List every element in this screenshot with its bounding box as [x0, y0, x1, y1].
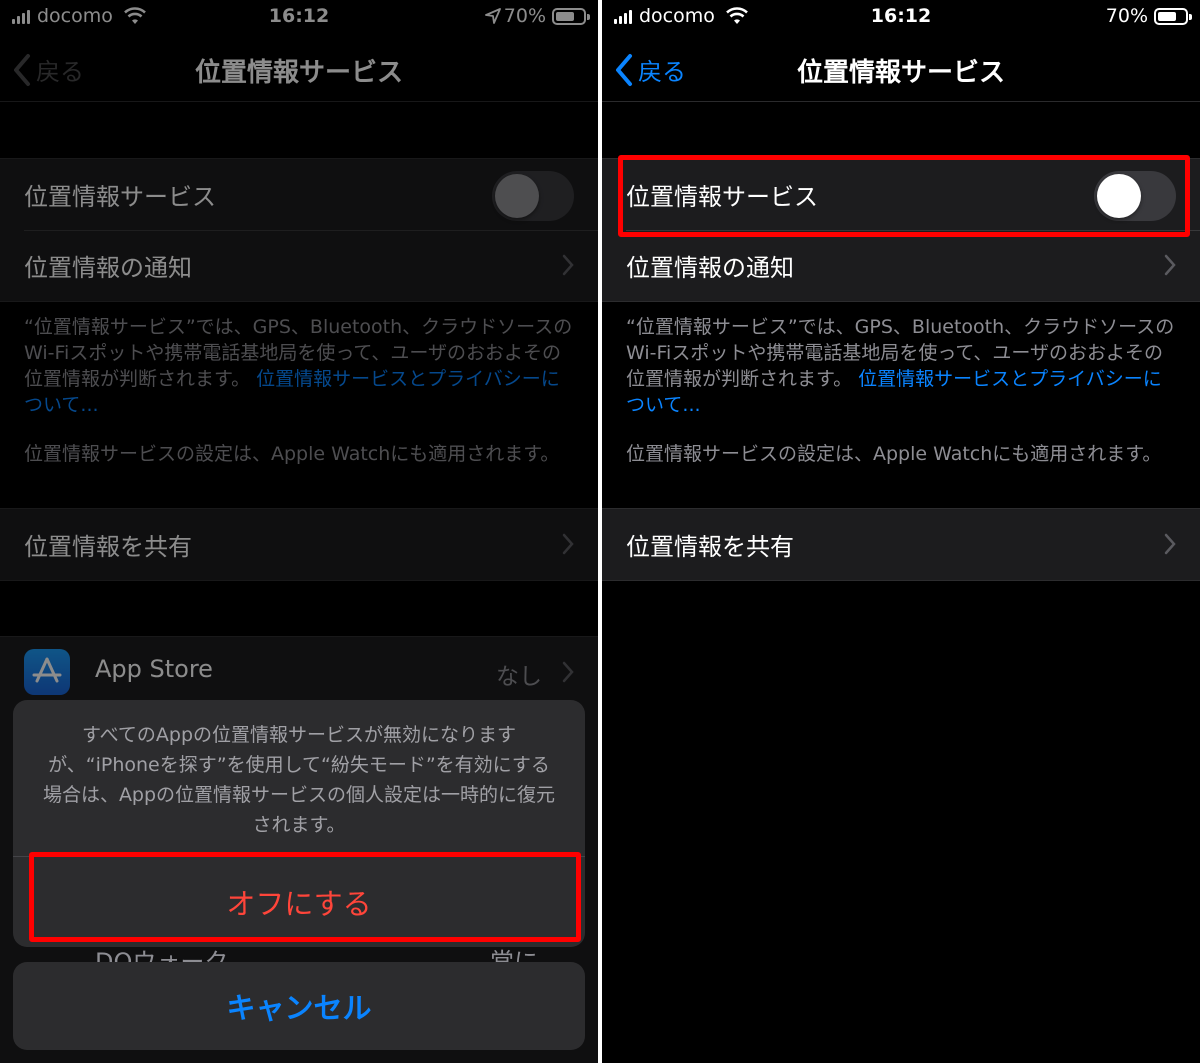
battery-percent: 70% [1105, 5, 1148, 27]
cancel-button[interactable]: キャンセル [13, 962, 585, 1050]
status-bar: docomo 16:12 70% [602, 0, 1200, 34]
page-title: 位置情報サービス [796, 58, 1005, 88]
highlight-box-toggle [618, 155, 1190, 237]
location-alerts-row[interactable]: 位置情報の通知 [602, 230, 1200, 301]
highlight-box-turn-off [29, 852, 581, 942]
battery-icon [1154, 8, 1192, 25]
location-footer: “位置情報サービス”では、GPS、Bluetooth、クラウドソースのWi-Fi… [626, 314, 1176, 418]
right-screenshot: docomo 16:12 70% 戻る 位置情報サービス 位置情報サービス 位置… [602, 0, 1200, 1063]
share-group: 位置情報を共有 [602, 508, 1200, 581]
watch-note: 位置情報サービスの設定は、Apple Watchにも適用されます。 [626, 443, 1162, 465]
share-location-row[interactable]: 位置情報を共有 [602, 509, 1200, 580]
navigation-bar: 戻る 位置情報サービス [602, 34, 1200, 102]
share-location-label: 位置情報を共有 [626, 533, 794, 561]
chevron-right-icon [1164, 533, 1176, 555]
action-sheet-message: すべてのAppの位置情報サービスが無効になりますが、“iPhoneを探す”を使用… [42, 724, 556, 836]
location-alerts-label: 位置情報の通知 [626, 254, 794, 282]
chevron-right-icon [1164, 254, 1176, 276]
left-screenshot: docomo 16:12 70% 戻る 位置情報サービス 位置情報サービス 位置… [0, 0, 598, 1063]
